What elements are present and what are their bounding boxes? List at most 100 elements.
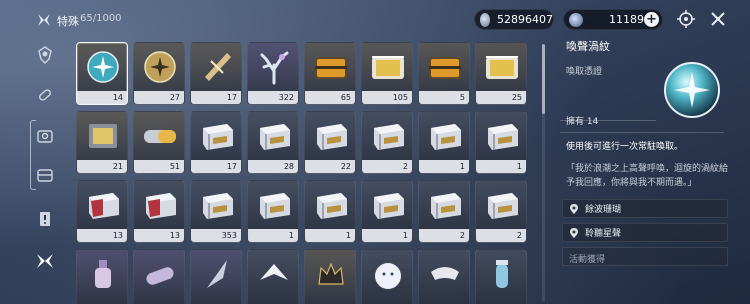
item-quantity: 2 [362, 160, 412, 173]
item-grid: 14 27 17 322 65 105 5 25 21 51 17 28 22 2 1 1 13 13 353 1 1 1… [76, 42, 536, 304]
item-slot[interactable]: 353 [190, 180, 242, 243]
item-quantity: 27 [134, 91, 184, 104]
chest-silver-icon [260, 193, 290, 219]
source-label: 餘波珊瑚 [585, 205, 622, 215]
shell-coin-icon [480, 12, 490, 27]
item-slot[interactable]: 28 [247, 111, 299, 174]
close-icon[interactable] [709, 10, 727, 28]
item-slot[interactable]: 2 [361, 111, 413, 174]
item-quantity: 21 [77, 160, 127, 173]
item-slot[interactable]: 1 [361, 180, 413, 243]
item-slot[interactable]: 25 [475, 42, 527, 105]
item-slot[interactable]: 1 [304, 180, 356, 243]
item-slot[interactable]: 17 [190, 42, 242, 105]
item-slot[interactable]: 5 [418, 42, 470, 105]
item-flavor-text: 「我於浪潮之上高聲呼喚，迴旋的渦紋給予我回應，你將與我不期而遇。」 [566, 164, 729, 188]
item-slot[interactable]: 1 [475, 111, 527, 174]
grid-scrollbar[interactable] [542, 44, 545, 302]
chest-silver-icon [431, 124, 461, 150]
currency-astrite[interactable]: 11189 + [563, 9, 663, 30]
item-slot[interactable] [247, 249, 299, 304]
butterfly-icon [37, 254, 53, 268]
source-row[interactable]: 餘波珊瑚 [562, 199, 728, 218]
item-slot[interactable]: 13 [133, 180, 185, 243]
item-slot[interactable]: 22 [304, 111, 356, 174]
item-slot[interactable] [190, 249, 242, 304]
crown-icon [318, 262, 344, 285]
item-quantity: 65 [305, 91, 355, 104]
item-title: 喚聲渦紋 [566, 40, 610, 53]
currency-shell[interactable]: 52896407 [474, 9, 554, 30]
item-quantity: 51 [134, 160, 184, 173]
item-slot[interactable] [304, 249, 356, 304]
item-quantity: 13 [134, 229, 184, 242]
chest-silver-icon [488, 124, 518, 150]
emblem-icon [38, 46, 52, 64]
source-label: 聆聽星聲 [585, 229, 622, 239]
item-slot[interactable]: 14 [76, 42, 128, 105]
chest-silver-icon [203, 124, 233, 150]
astrite-star-icon [569, 12, 583, 27]
coral-icon [260, 51, 289, 85]
item-slot[interactable]: 13 [76, 180, 128, 243]
chest-gold-icon [486, 56, 518, 79]
nav-capsule[interactable] [32, 82, 58, 108]
item-quantity: 2 [476, 229, 526, 242]
item-slot[interactable]: 2 [418, 180, 470, 243]
item-quantity: 1 [305, 229, 355, 242]
item-quantity: 22 [305, 160, 355, 173]
item-slot[interactable] [418, 249, 470, 304]
event-source-label: 活動獲得 [569, 255, 606, 265]
nav-chest[interactable] [32, 162, 58, 188]
source-row[interactable]: 聆聽星聲 [562, 223, 728, 242]
item-slot[interactable] [133, 249, 185, 304]
location-pin-icon [570, 227, 578, 238]
crystal-gold-icon [205, 53, 231, 81]
item-slot[interactable]: 27 [133, 42, 185, 105]
item-quantity: 5 [419, 91, 469, 104]
nav-bag[interactable] [32, 122, 58, 148]
item-slot[interactable]: 322 [247, 42, 299, 105]
chest-silver-icon [488, 193, 518, 219]
scrollbar-thumb[interactable] [542, 44, 545, 114]
item-slot[interactable] [361, 249, 413, 304]
item-quantity: 353 [191, 229, 241, 242]
item-slot[interactable]: 1 [418, 111, 470, 174]
item-slot[interactable]: 51 [133, 111, 185, 174]
item-quantity: 105 [362, 91, 412, 104]
feather-icon [207, 260, 227, 288]
crane-icon [260, 264, 288, 280]
item-slot[interactable]: 21 [76, 111, 128, 174]
item-quantity: 14 [77, 91, 127, 104]
item-slot[interactable]: 1 [247, 180, 299, 243]
category-sidebar [26, 38, 66, 304]
chest-amber-icon [429, 57, 461, 79]
item-slot[interactable] [76, 249, 128, 304]
item-slot[interactable]: 2 [475, 180, 527, 243]
item-quantity: 17 [191, 160, 241, 173]
item-slot[interactable]: 105 [361, 42, 413, 105]
item-slot[interactable]: 65 [304, 42, 356, 105]
owned-count: 擁有 14 [566, 117, 599, 127]
item-quantity: 13 [77, 229, 127, 242]
top-bar: 特殊 65/1000 52896407 11189 + [0, 0, 750, 38]
nav-emblem[interactable] [32, 42, 58, 68]
item-slot[interactable] [475, 249, 527, 304]
vial-icon [496, 260, 508, 288]
chest-silver-icon [374, 124, 404, 150]
event-source-row: 活動獲得 [562, 247, 728, 266]
category-count: 65/1000 [80, 13, 122, 24]
item-quantity: 1 [248, 229, 298, 242]
item-slot[interactable]: 17 [190, 111, 242, 174]
chest-red-icon [89, 193, 119, 219]
item-quantity: 1 [476, 160, 526, 173]
nav-butterfly-active[interactable] [32, 248, 58, 274]
item-quantity: 2 [419, 229, 469, 242]
chest-silver-icon [203, 193, 233, 219]
category-name: 特殊 [57, 15, 79, 28]
target-settings-icon[interactable] [677, 10, 695, 28]
item-subtitle: 喚取憑證 [566, 67, 603, 77]
item-description: 使用後可進行一次常駐喚取。 [566, 142, 684, 152]
add-currency-button[interactable]: + [644, 12, 659, 27]
nav-alert-card[interactable] [32, 206, 58, 232]
